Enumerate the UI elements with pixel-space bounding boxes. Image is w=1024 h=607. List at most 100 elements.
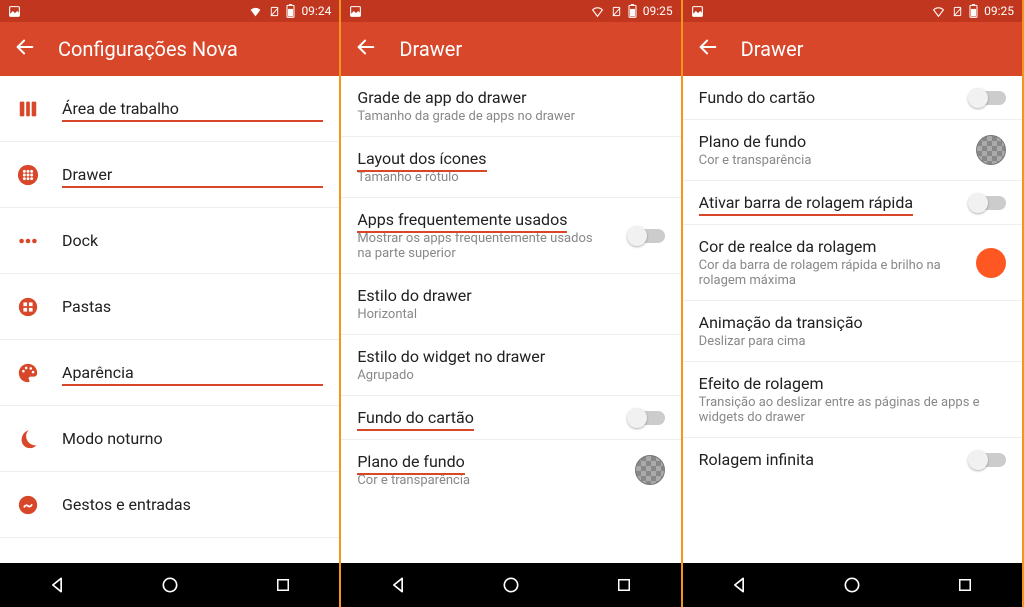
item-widget-style[interactable]: Estilo do widget no drawer Agrupado: [341, 335, 680, 396]
nav-recent-icon[interactable]: [253, 576, 313, 594]
item-sub: Cor e transparência: [699, 153, 954, 168]
item-gestures[interactable]: Gestos e entradas: [0, 472, 339, 538]
phone-3: 09:25 Drawer Fundo do cartão Plano de fu…: [683, 0, 1024, 607]
battery-icon: [969, 4, 978, 18]
item-app-grid[interactable]: Grade de app do drawer Tamanho da grade …: [341, 76, 680, 137]
settings-list: Área de trabalho Drawer Dock Pastas Apar…: [0, 76, 339, 563]
item-background[interactable]: Plano de fundo Cor e transparência: [683, 120, 1022, 181]
item-card-background[interactable]: Fundo do cartão: [341, 396, 680, 440]
item-frequent-apps[interactable]: Apps frequentemente usados Mostrar os ap…: [341, 198, 680, 274]
item-drawer[interactable]: Drawer: [0, 142, 339, 208]
nav-back-icon[interactable]: [27, 575, 87, 595]
item-scroll-highlight-color[interactable]: Cor de realce da rolagem Cor da barra de…: [683, 225, 1022, 301]
battery-icon: [286, 4, 295, 18]
color-swatch[interactable]: [635, 455, 665, 485]
appbar: Drawer: [341, 22, 680, 76]
picture-icon: [8, 5, 21, 18]
navbar: [0, 563, 339, 607]
drawer-list: Grade de app do drawer Tamanho da grade …: [341, 76, 680, 563]
item-dock[interactable]: Dock: [0, 208, 339, 274]
toggle[interactable]: [629, 411, 665, 425]
navbar: [341, 563, 680, 607]
item-label: Estilo do widget no drawer: [357, 347, 664, 366]
toggle[interactable]: [970, 91, 1006, 105]
item-fast-scrollbar[interactable]: Ativar barra de rolagem rápida: [683, 181, 1022, 225]
item-label: Animação da transição: [699, 313, 1006, 332]
item-sub: Agrupado: [357, 368, 664, 383]
item-label: Gestos e entradas: [62, 495, 323, 514]
item-sub: Deslizar para cima: [699, 334, 1006, 349]
item-transition-anim[interactable]: Animação da transição Deslizar para cima: [683, 301, 1022, 362]
dock-icon: [16, 229, 40, 253]
toggle[interactable]: [970, 453, 1006, 467]
item-label: Ativar barra de rolagem rápida: [699, 193, 913, 212]
wifi-icon: [931, 5, 946, 18]
item-folders[interactable]: Pastas: [0, 274, 339, 340]
item-label: Drawer: [62, 165, 323, 184]
item-label: Dock: [62, 231, 323, 250]
sim-icon: [269, 5, 280, 18]
nav-home-icon[interactable]: [822, 575, 882, 595]
item-drawer-style[interactable]: Estilo do drawer Horizontal: [341, 274, 680, 335]
item-label: Aparência: [62, 363, 323, 382]
drawer-icon: [16, 163, 40, 187]
color-swatch[interactable]: [976, 135, 1006, 165]
back-icon[interactable]: [14, 36, 36, 62]
item-sub: Mostrar os apps frequentemente usados na…: [357, 231, 606, 261]
drawer-list-2: Fundo do cartão Plano de fundo Cor e tra…: [683, 76, 1022, 563]
item-label: Plano de fundo: [357, 452, 464, 471]
nav-back-icon[interactable]: [368, 575, 428, 595]
item-label: Área de trabalho: [62, 99, 323, 118]
appbar: Configurações Nova: [0, 22, 339, 76]
item-label: Plano de fundo: [699, 132, 954, 151]
item-background[interactable]: Plano de fundo Cor e transparência: [341, 440, 680, 500]
folders-icon: [16, 295, 40, 319]
item-card-background[interactable]: Fundo do cartão: [683, 76, 1022, 120]
color-swatch[interactable]: [976, 248, 1006, 278]
item-infinite-scroll[interactable]: Rolagem infinita: [683, 438, 1022, 481]
statusbar: 09:25: [341, 0, 680, 22]
item-sub: Transição ao deslizar entre as páginas d…: [699, 395, 1006, 425]
sim-icon: [611, 5, 622, 18]
nav-recent-icon[interactable]: [935, 576, 995, 594]
back-icon[interactable]: [697, 36, 719, 62]
item-sub: Horizontal: [357, 307, 664, 322]
picture-icon: [349, 5, 362, 18]
nav-recent-icon[interactable]: [594, 576, 654, 594]
gesture-icon: [16, 493, 40, 517]
picture-icon: [691, 5, 704, 18]
status-time: 09:24: [301, 4, 331, 18]
navbar: [683, 563, 1022, 607]
nav-home-icon[interactable]: [481, 575, 541, 595]
item-label: Efeito de rolagem: [699, 374, 1006, 393]
item-desktop[interactable]: Área de trabalho: [0, 76, 339, 142]
item-sub: Tamanho da grade de apps no drawer: [357, 109, 664, 124]
item-appearance[interactable]: Aparência: [0, 340, 339, 406]
statusbar: 09:24: [0, 0, 339, 22]
item-night-mode[interactable]: Modo noturno: [0, 406, 339, 472]
palette-icon: [16, 361, 40, 385]
appbar-title: Configurações Nova: [58, 37, 238, 61]
toggle[interactable]: [970, 196, 1006, 210]
nav-home-icon[interactable]: [140, 575, 200, 595]
appbar: Drawer: [683, 22, 1022, 76]
sim-icon: [952, 5, 963, 18]
item-sub: Cor e transparência: [357, 473, 612, 488]
back-icon[interactable]: [355, 36, 377, 62]
item-scroll-effect[interactable]: Efeito de rolagem Transição ao deslizar …: [683, 362, 1022, 438]
item-label: Fundo do cartão: [357, 408, 474, 427]
item-sub: Cor da barra de rolagem rápida e brilho …: [699, 258, 954, 288]
phone-2: 09:25 Drawer Grade de app do drawer Tama…: [341, 0, 682, 607]
item-label: Rolagem infinita: [699, 450, 948, 469]
toggle[interactable]: [629, 229, 665, 243]
moon-icon: [16, 427, 40, 451]
item-label: Grade de app do drawer: [357, 88, 664, 107]
battery-icon: [628, 4, 637, 18]
nav-back-icon[interactable]: [709, 575, 769, 595]
wifi-icon: [248, 5, 263, 18]
item-label: Cor de realce da rolagem: [699, 237, 954, 256]
item-label: Estilo do drawer: [357, 286, 664, 305]
item-icon-layout[interactable]: Layout dos ícones Tamanho e rótulo: [341, 137, 680, 198]
item-sub: Tamanho e rótulo: [357, 170, 664, 185]
item-label: Modo noturno: [62, 429, 323, 448]
